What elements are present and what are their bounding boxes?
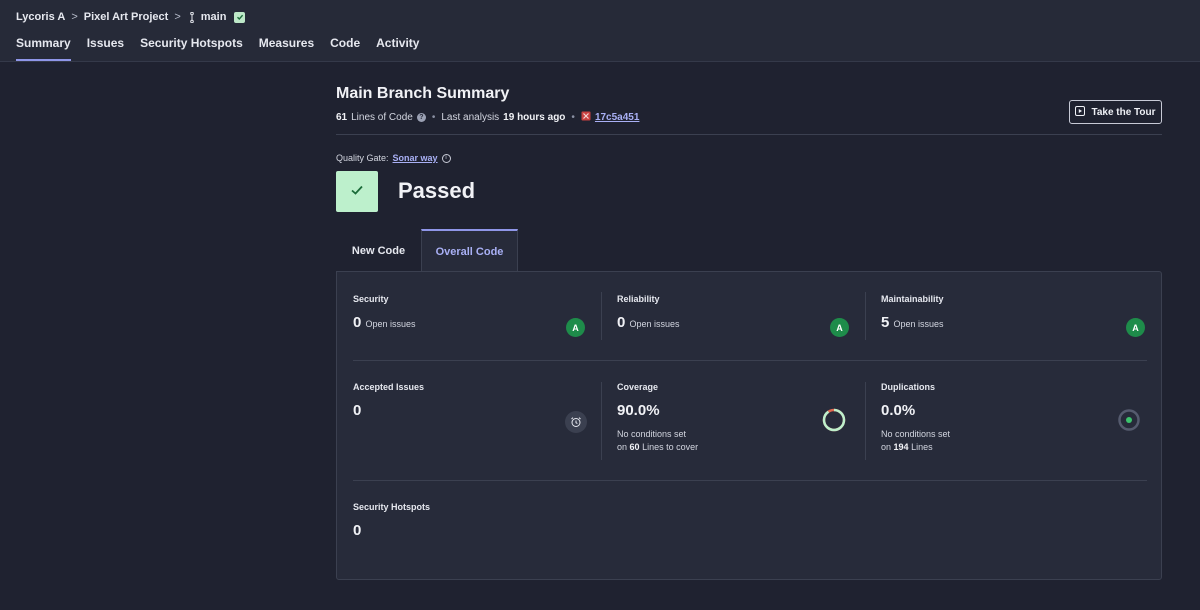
quality-gate-label: Quality Gate: Sonar way i bbox=[336, 153, 451, 163]
separator-dot: • bbox=[571, 112, 575, 123]
branch-icon bbox=[187, 11, 197, 23]
reliability-metric: Reliability 0 Open issues bbox=[617, 294, 680, 331]
separator-dot: • bbox=[431, 112, 436, 123]
metric-value[interactable]: 5 Open issues bbox=[881, 314, 944, 331]
nav-activity[interactable]: Activity bbox=[376, 36, 419, 61]
nav-code[interactable]: Code bbox=[330, 36, 360, 61]
column-divider bbox=[865, 382, 866, 460]
commit-link[interactable]: 17c5a451 bbox=[595, 112, 640, 123]
quality-gate-prefix: Quality Gate: bbox=[336, 153, 389, 163]
metric-title: Reliability bbox=[617, 294, 660, 304]
duplications-note-suffix: Lines bbox=[911, 442, 933, 452]
breadcrumb: Lycoris A > Pixel Art Project > main bbox=[16, 11, 246, 23]
metric-value[interactable]: 0 Open issues bbox=[353, 314, 416, 331]
metric-title: Security Hotspots bbox=[353, 502, 431, 512]
nav-security-hotspots[interactable]: Security Hotspots bbox=[140, 36, 243, 61]
main-nav: Summary Issues Security Hotspots Measure… bbox=[16, 36, 419, 61]
maintainability-rating-badge[interactable]: A bbox=[1126, 318, 1145, 337]
take-tour-label: Take the Tour bbox=[1091, 106, 1156, 118]
lines-count: 61 bbox=[336, 112, 348, 123]
coverage-note-suffix: Lines to cover bbox=[642, 442, 699, 452]
last-analysis-value: 19 hours ago bbox=[503, 112, 566, 123]
duplications-indicator-icon bbox=[1117, 408, 1141, 437]
metrics-panel: Security 0 Open issues A Reliability 0 O… bbox=[336, 271, 1162, 580]
maintainability-metric: Maintainability 5 Open issues bbox=[881, 294, 944, 331]
commit-icon bbox=[581, 111, 591, 124]
last-analysis-label: Last analysis bbox=[441, 112, 500, 123]
branch-status-check-icon bbox=[234, 11, 246, 23]
metric-title: Security bbox=[353, 294, 389, 304]
play-icon bbox=[1075, 105, 1086, 119]
breadcrumb-separator: > bbox=[71, 11, 78, 23]
metric-title: Coverage bbox=[617, 382, 659, 392]
top-bar: Lycoris A > Pixel Art Project > main Sum… bbox=[0, 0, 1200, 62]
lines-label: Lines of Code bbox=[351, 112, 413, 123]
breadcrumb-org[interactable]: Lycoris A bbox=[16, 11, 65, 23]
metric-value[interactable]: 0 Open issues bbox=[617, 314, 680, 331]
metric-title: Accepted Issues bbox=[353, 382, 425, 392]
help-icon[interactable]: ? bbox=[416, 113, 426, 122]
breadcrumb-separator: > bbox=[174, 11, 181, 23]
coverage-metric: Coverage 90.0% No conditions set on 60 L… bbox=[617, 382, 698, 454]
page-title: Main Branch Summary bbox=[336, 85, 510, 102]
breadcrumb-project[interactable]: Pixel Art Project bbox=[84, 11, 169, 23]
duplications-note-line1: No conditions set bbox=[881, 429, 951, 439]
info-icon[interactable]: i bbox=[441, 153, 451, 163]
duplications-value[interactable]: 0.0% bbox=[881, 402, 950, 419]
check-icon bbox=[350, 183, 364, 201]
nav-measures[interactable]: Measures bbox=[259, 36, 314, 61]
row-divider bbox=[353, 480, 1147, 481]
alarm-clock-icon bbox=[565, 411, 587, 433]
metric-sub: Open issues bbox=[365, 319, 416, 329]
duplications-metric: Duplications 0.0% No conditions set on 1… bbox=[881, 382, 950, 454]
security-hotspots-metric: Security Hotspots 0 bbox=[353, 502, 430, 539]
metric-title: Maintainability bbox=[881, 294, 944, 304]
accepted-issues-metric: Accepted Issues 0 bbox=[353, 382, 424, 419]
security-hotspots-count[interactable]: 0 bbox=[353, 522, 430, 539]
accepted-issues-count[interactable]: 0 bbox=[353, 402, 424, 419]
quality-gate-status-box bbox=[336, 171, 378, 212]
analysis-meta: 61 Lines of Code ? • Last analysis 19 ho… bbox=[336, 111, 639, 124]
coverage-note: No conditions set on 60 Lines to cover bbox=[617, 428, 698, 454]
tab-overall-code[interactable]: Overall Code bbox=[421, 229, 518, 272]
security-metric: Security 0 Open issues bbox=[353, 294, 416, 331]
metric-sub: Open issues bbox=[893, 319, 944, 329]
row-divider bbox=[353, 360, 1147, 361]
quality-gate-link[interactable]: Sonar way bbox=[393, 153, 438, 163]
metric-title: Duplications bbox=[881, 382, 936, 392]
metric-sub: Open issues bbox=[629, 319, 680, 329]
nav-summary[interactable]: Summary bbox=[16, 36, 71, 61]
maintainability-open-issues-count: 5 bbox=[881, 314, 890, 331]
header-divider bbox=[336, 134, 1162, 135]
breadcrumb-branch[interactable]: main bbox=[201, 11, 227, 23]
security-rating-badge[interactable]: A bbox=[566, 318, 585, 337]
coverage-value[interactable]: 90.0% bbox=[617, 402, 698, 419]
coverage-note-line1: No conditions set bbox=[617, 429, 687, 439]
nav-issues[interactable]: Issues bbox=[87, 36, 124, 61]
duplications-note: No conditions set on 194 Lines bbox=[881, 428, 950, 454]
coverage-note-prefix: on bbox=[617, 442, 628, 452]
quality-gate-status: Passed bbox=[398, 178, 476, 203]
take-tour-button[interactable]: Take the Tour bbox=[1069, 100, 1162, 124]
column-divider bbox=[601, 382, 602, 460]
duplications-note-prefix: on bbox=[881, 442, 892, 452]
reliability-open-issues-count: 0 bbox=[617, 314, 626, 331]
coverage-lines-count: 60 bbox=[629, 442, 640, 452]
coverage-ring-icon bbox=[821, 407, 847, 438]
reliability-rating-badge[interactable]: A bbox=[830, 318, 849, 337]
duplications-lines-count: 194 bbox=[893, 442, 909, 452]
tab-new-code[interactable]: New Code bbox=[336, 229, 421, 272]
column-divider bbox=[865, 292, 866, 340]
column-divider bbox=[601, 292, 602, 340]
security-open-issues-count: 0 bbox=[353, 314, 362, 331]
